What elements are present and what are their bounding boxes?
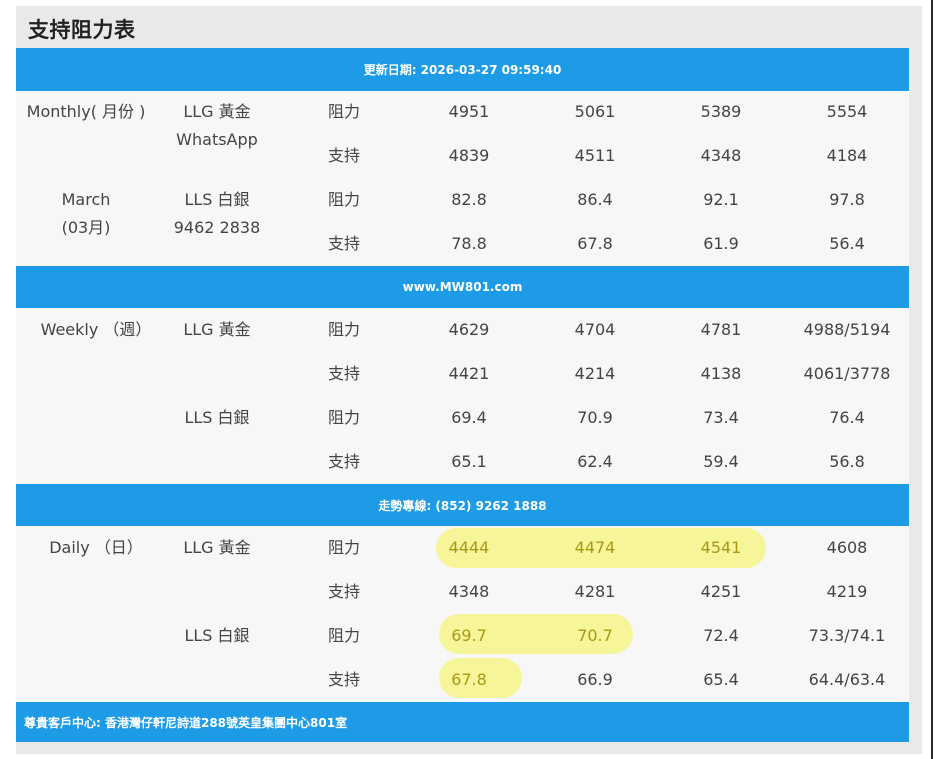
instrument-label-gold: LLG 黃金 bbox=[183, 320, 251, 339]
level-value: 56.4 bbox=[829, 234, 865, 253]
level-value: 82.8 bbox=[451, 190, 487, 209]
level-type-label: 阻力 bbox=[328, 538, 361, 557]
level-value-highlighted: 70.7 bbox=[577, 626, 613, 645]
level-value: 4061/3778 bbox=[803, 364, 891, 383]
scrollbar-edge bbox=[931, 0, 938, 759]
level-value: 86.4 bbox=[577, 190, 613, 209]
level-type-label: 阻力 bbox=[328, 408, 361, 427]
level-value: 4421 bbox=[448, 364, 490, 383]
level-value: 4214 bbox=[574, 364, 616, 383]
level-value: 4281 bbox=[574, 582, 616, 601]
level-value: 4348 bbox=[700, 146, 742, 165]
level-value: 5554 bbox=[826, 102, 868, 121]
level-value: 4348 bbox=[448, 582, 490, 601]
instrument-label-silver: LLS 白銀 bbox=[184, 626, 250, 645]
level-type-label: 支持 bbox=[328, 452, 361, 471]
level-value: 4781 bbox=[700, 320, 742, 339]
level-value: 4629 bbox=[448, 320, 490, 339]
level-value: 97.8 bbox=[829, 190, 865, 209]
level-value: 66.9 bbox=[577, 670, 613, 689]
level-value: 4219 bbox=[826, 582, 868, 601]
level-value: 59.4 bbox=[703, 452, 739, 471]
support-resistance-table: 更新日期: 2026-03-27 09:59:40 www.MW801.com … bbox=[16, 48, 909, 742]
level-value: 70.9 bbox=[577, 408, 613, 427]
level-value: 78.8 bbox=[451, 234, 487, 253]
instrument-label-silver: LLS 白銀 bbox=[184, 408, 250, 427]
level-value-highlighted: 67.8 bbox=[451, 670, 487, 689]
level-type-label: 阻力 bbox=[328, 626, 361, 645]
level-value: 61.9 bbox=[703, 234, 739, 253]
level-value-highlighted: 4541 bbox=[700, 538, 742, 557]
level-type-label: 阻力 bbox=[328, 190, 361, 209]
level-type-label: 阻力 bbox=[328, 102, 361, 121]
level-value: 5061 bbox=[574, 102, 616, 121]
level-value: 65.1 bbox=[451, 452, 487, 471]
level-type-label: 支持 bbox=[328, 234, 361, 253]
level-value: 76.4 bbox=[829, 408, 865, 427]
level-value: 4988/5194 bbox=[803, 320, 891, 339]
period-label-month-number: (03月) bbox=[61, 218, 111, 237]
level-type-label: 支持 bbox=[328, 364, 361, 383]
instrument-label-gold: LLG 黃金 bbox=[183, 538, 251, 557]
level-value: 4608 bbox=[826, 538, 868, 557]
level-type-label: 支持 bbox=[328, 582, 361, 601]
level-value: 64.4/63.4 bbox=[808, 670, 886, 689]
updated-date-band: 更新日期: 2026-03-27 09:59:40 bbox=[16, 48, 909, 91]
level-value: 69.4 bbox=[451, 408, 487, 427]
hotline-band[interactable]: 走勢專線: (852) 9262 1888 bbox=[16, 484, 909, 526]
level-value: 62.4 bbox=[577, 452, 613, 471]
level-value: 92.1 bbox=[703, 190, 739, 209]
level-type-label: 阻力 bbox=[328, 320, 361, 339]
level-type-label: 支持 bbox=[328, 146, 361, 165]
period-label-month-name: March bbox=[61, 190, 111, 209]
instrument-label-silver: LLS 白銀 bbox=[184, 190, 250, 209]
whatsapp-label: WhatsApp bbox=[176, 130, 258, 149]
level-value: 4511 bbox=[574, 146, 616, 165]
level-value: 67.8 bbox=[577, 234, 613, 253]
page-title: 支持阻力表 bbox=[28, 18, 136, 42]
level-type-label: 支持 bbox=[328, 670, 361, 689]
level-value: 56.8 bbox=[829, 452, 865, 471]
period-label-monthly: Monthly( 月份 ) bbox=[26, 102, 146, 121]
level-value: 72.4 bbox=[703, 626, 739, 645]
level-value: 65.4 bbox=[703, 670, 739, 689]
level-value: 4704 bbox=[574, 320, 616, 339]
level-value: 73.3/74.1 bbox=[808, 626, 886, 645]
period-label-daily: Daily （日） bbox=[49, 538, 143, 557]
address-band: 尊貴客戶中心: 香港灣仔軒尼詩道288號英皇集團中心801室 bbox=[16, 702, 909, 742]
period-label-weekly: Weekly （週） bbox=[40, 320, 152, 339]
whatsapp-phone: 9462 2838 bbox=[173, 218, 261, 237]
level-value: 73.4 bbox=[703, 408, 739, 427]
level-value: 5389 bbox=[700, 102, 742, 121]
level-value-highlighted: 69.7 bbox=[451, 626, 487, 645]
level-value: 4138 bbox=[700, 364, 742, 383]
level-value: 4951 bbox=[448, 102, 490, 121]
level-value-highlighted: 4474 bbox=[574, 538, 616, 557]
instrument-label-gold: LLG 黃金 bbox=[183, 102, 251, 121]
level-value-highlighted: 4444 bbox=[448, 538, 490, 557]
level-value: 4251 bbox=[700, 582, 742, 601]
level-value: 4184 bbox=[826, 146, 868, 165]
level-value: 4839 bbox=[448, 146, 490, 165]
website-band[interactable]: www.MW801.com bbox=[16, 266, 909, 308]
